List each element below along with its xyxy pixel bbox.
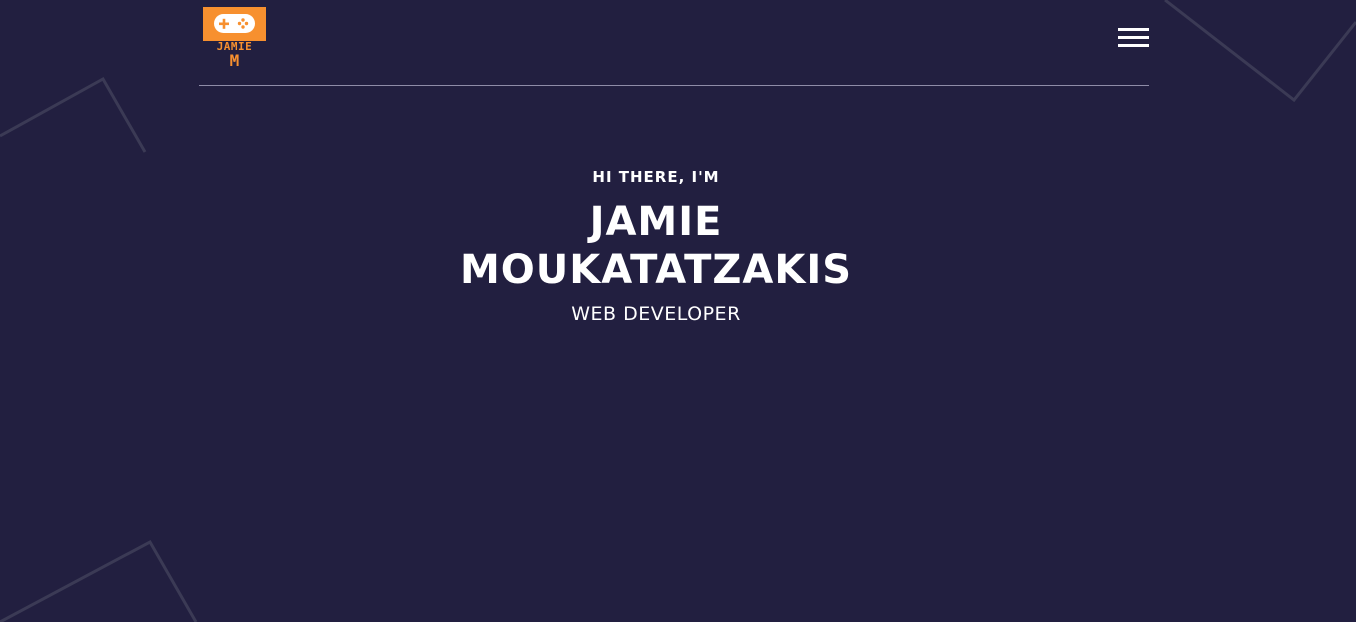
hero-name-first: JAMIE <box>589 199 723 245</box>
menu-bar-top <box>1118 28 1149 31</box>
menu-bar-middle <box>1118 36 1149 39</box>
menu-bar-bottom <box>1118 44 1149 47</box>
decorative-line-bottom-left <box>0 539 198 622</box>
hero-role: WEB DEVELOPER <box>571 303 741 325</box>
hero-name: JAMIE MOUKATATZAKIS <box>0 198 1312 294</box>
logo-initial: M <box>229 51 240 70</box>
site-logo[interactable]: JAMIE M <box>203 7 266 69</box>
decorative-line-top-left <box>0 76 147 153</box>
hero-name-last: MOUKATATZAKIS <box>459 247 853 293</box>
gamepad-icon <box>214 14 255 33</box>
hero-greeting: HI THERE, I'M <box>592 168 720 186</box>
hamburger-menu-icon[interactable] <box>1117 26 1150 50</box>
decorative-line-top-right <box>1164 0 1356 103</box>
header-divider <box>199 85 1149 86</box>
logo-badge <box>203 7 266 41</box>
